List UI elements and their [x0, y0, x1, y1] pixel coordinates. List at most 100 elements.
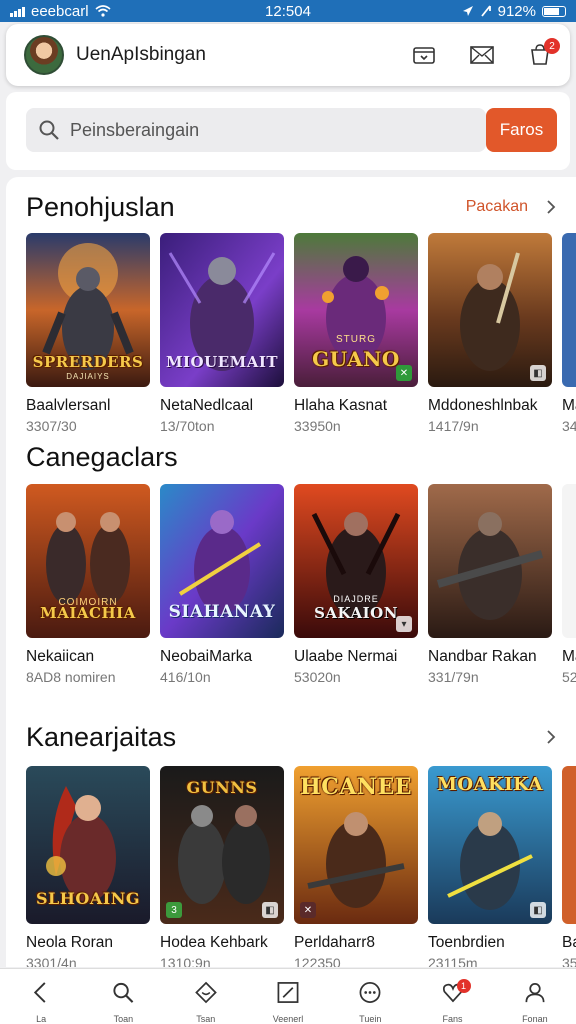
game-thumbnail[interactable]: MIOUEMAIT [160, 233, 284, 387]
game-badge: 3 [166, 902, 182, 918]
game-art-title: GUNNS [186, 778, 258, 797]
game-name[interactable]: Toenbrdien [428, 934, 552, 952]
game-thumbnail[interactable] [562, 233, 576, 387]
game-thumbnail[interactable]: DIAJDRE SAKAION ▾ [294, 484, 418, 638]
battery-icon [542, 5, 566, 17]
game-badge: ✕ [300, 902, 316, 918]
game-name[interactable]: Hlaha Kasnat [294, 397, 418, 415]
section-title: Kanearjaitas [26, 721, 177, 752]
game-row: COIMOIRN MAIACHIA Nekaiican 8AD8 nomiren… [26, 484, 576, 685]
game-name[interactable]: Ma [562, 648, 576, 666]
search-input[interactable] [70, 119, 470, 141]
game-name[interactable]: Hodea Kehbark [160, 934, 284, 952]
tab-edit[interactable]: Veenerl [247, 969, 329, 1024]
tab-profile[interactable]: Fonan [494, 969, 576, 1024]
game-thumbnail[interactable]: ◧ [428, 233, 552, 387]
tab-chat[interactable]: Tuein [329, 969, 411, 1024]
wifi-icon [95, 5, 111, 17]
game-card[interactable]: Ma 34 [562, 233, 576, 434]
game-meta: 8AD8 nomiren [26, 669, 116, 685]
game-card[interactable]: DIAJDRE SAKAION ▾ Ulaabe Nermai 53020n [294, 484, 418, 685]
section-header: Canegaclars [26, 439, 556, 475]
avatar[interactable] [24, 35, 64, 75]
search-bar: Faros [6, 92, 570, 170]
tab-label: Fans [442, 1014, 463, 1024]
game-art-subtitle: DIAJDRE [333, 594, 379, 604]
game-card[interactable]: COIMOIRN MAIACHIA Nekaiican 8AD8 nomiren [26, 484, 150, 685]
tab-favorites[interactable]: 1 Fans [411, 969, 493, 1024]
game-card[interactable]: MOAKIKA ◧ Toenbrdien 23115m [428, 766, 552, 967]
game-card[interactable]: Ma 52 [562, 484, 576, 685]
game-thumbnail[interactable] [562, 484, 576, 638]
game-card[interactable]: SIAHANAY NeobaiMarka 416/10n [160, 484, 284, 685]
game-row: SLHOAING Neola Roran 3301/4n GUNNS 3 ◧ H… [26, 766, 576, 967]
game-thumbnail[interactable] [562, 766, 576, 924]
game-meta: 34 [562, 418, 576, 434]
search-button[interactable]: Faros [486, 108, 557, 152]
game-name[interactable]: Ulaabe Nermai [294, 648, 418, 666]
status-bar: eeebcarl 12:504 912% [0, 0, 576, 22]
tag-icon[interactable] [410, 41, 438, 69]
tab-label: Veenerl [272, 1014, 304, 1024]
game-name[interactable]: Nekaiican [26, 648, 150, 666]
game-thumbnail[interactable]: HCANEE ✕ [294, 766, 418, 924]
mail-icon[interactable] [468, 41, 496, 69]
notification-badge: 2 [544, 38, 560, 54]
game-name[interactable]: NeobaiMarka [160, 648, 284, 666]
game-art-title: SPRERDERS [32, 353, 144, 371]
profile-icon [525, 983, 545, 1003]
game-name[interactable]: Ba [562, 934, 576, 952]
content-feed: Penohjuslan Pacakan SPRERDERS DAJIAIYS B… [6, 177, 576, 967]
chevron-right-icon[interactable] [546, 199, 556, 215]
game-name[interactable]: Neola Roran [26, 934, 150, 952]
section-header: Penohjuslan Pacakan [26, 189, 556, 225]
location-icon [462, 6, 473, 16]
game-meta: 35 [562, 955, 576, 967]
game-row: SPRERDERS DAJIAIYS Baalvlersanl 3307/30 … [26, 233, 576, 434]
game-meta: 331/79n [428, 669, 479, 685]
game-meta: 122350 [294, 955, 341, 967]
game-thumbnail[interactable]: SIAHANAY [160, 484, 284, 638]
game-meta: 416/10n [160, 669, 211, 685]
game-name[interactable]: Nandbar Rakan [428, 648, 552, 666]
game-meta: 3307/30 [26, 418, 77, 434]
game-card[interactable]: SLHOAING Neola Roran 3301/4n [26, 766, 150, 967]
tab-deals[interactable]: Tsan [165, 969, 247, 1024]
bag-icon[interactable]: 2 [526, 38, 560, 69]
game-card[interactable]: STURG GUANO ✕ Hlaha Kasnat 33950n [294, 233, 418, 434]
game-art-title: MOAKIKA [436, 774, 543, 795]
battery-percent: 912% [497, 2, 536, 20]
tab-back[interactable]: La [0, 969, 82, 1024]
game-name[interactable]: Ma [562, 397, 576, 415]
game-card[interactable]: HCANEE ✕ Perldaharr8 122350 [294, 766, 418, 967]
search-field[interactable] [26, 108, 486, 152]
game-thumbnail[interactable]: SPRERDERS DAJIAIYS [26, 233, 150, 387]
game-card[interactable]: MIOUEMAIT NetaNedlcaal 13/70ton [160, 233, 284, 434]
game-name[interactable]: NetaNedlcaal [160, 397, 284, 415]
game-card[interactable]: Ba 35 [562, 766, 576, 967]
game-thumbnail[interactable]: MOAKIKA ◧ [428, 766, 552, 924]
carrier-label: eeebcarl [31, 2, 89, 20]
game-card[interactable]: SPRERDERS DAJIAIYS Baalvlersanl 3307/30 [26, 233, 150, 434]
game-meta: 1417/9n [428, 418, 479, 434]
game-name[interactable]: Mddoneshlnbak [428, 397, 552, 415]
signal-icon [10, 5, 25, 17]
game-thumbnail[interactable]: SLHOAING [26, 766, 150, 924]
game-meta: 52 [562, 669, 576, 685]
game-card[interactable]: GUNNS 3 ◧ Hodea Kehbark 1310:9n [160, 766, 284, 967]
game-card[interactable]: Nandbar Rakan 331/79n [428, 484, 552, 685]
see-more-link[interactable]: Pacakan [466, 198, 528, 216]
game-thumbnail[interactable]: GUNNS 3 ◧ [160, 766, 284, 924]
game-thumbnail[interactable] [428, 484, 552, 638]
game-art-subtitle: DAJIAIYS [66, 372, 110, 381]
game-card[interactable]: ◧ Mddoneshlnbak 1417/9n [428, 233, 552, 434]
tab-search[interactable]: Toan [82, 969, 164, 1024]
game-name[interactable]: Baalvlersanl [26, 397, 150, 415]
game-thumbnail[interactable]: STURG GUANO ✕ [294, 233, 418, 387]
tag-icon [194, 981, 217, 1004]
game-name[interactable]: Perldaharr8 [294, 934, 418, 952]
chevron-right-icon[interactable] [546, 729, 556, 745]
tab-bar: La Toan Tsan Veenerl Tuein 1 Fans Fonan [0, 968, 576, 1024]
game-art-subtitle: STURG [336, 334, 376, 345]
game-thumbnail[interactable]: COIMOIRN MAIACHIA [26, 484, 150, 638]
